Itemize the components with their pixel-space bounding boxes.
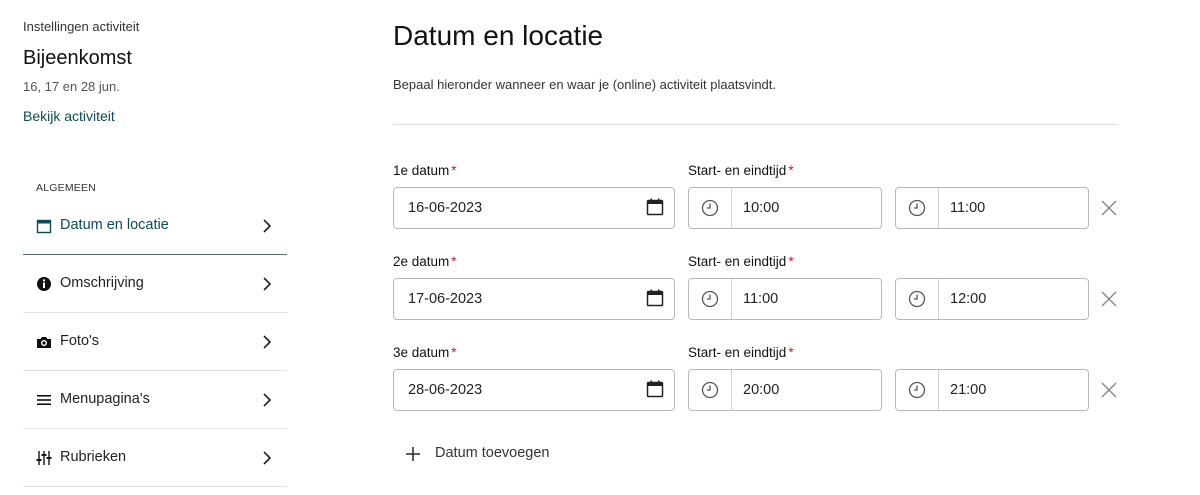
- required-mark: *: [788, 163, 794, 178]
- required-mark: *: [451, 254, 457, 269]
- start-time-input[interactable]: 20:00: [688, 369, 882, 411]
- chevron-right-icon: [263, 451, 272, 465]
- date-label: 1e datum *: [393, 163, 457, 178]
- date-value: 17-06-2023: [408, 291, 483, 307]
- clock-addon: [689, 188, 732, 228]
- camera-icon: [37, 337, 51, 348]
- start-time-value: 11:00: [743, 291, 779, 307]
- sidebar: Instellingen activiteit Bijeenkomst 16, …: [23, 0, 287, 495]
- calendar-icon[interactable]: [646, 289, 664, 307]
- clock-icon: [701, 381, 719, 399]
- info-icon: [37, 277, 51, 291]
- sidebar-item-fotos[interactable]: Foto's: [23, 313, 287, 371]
- date-input[interactable]: 28-06-2023: [393, 369, 675, 411]
- date-value: 28-06-2023: [408, 382, 483, 398]
- section-heading: ALGEMEEN: [36, 182, 96, 194]
- time-label: Start- en eindtijd *: [688, 254, 794, 269]
- clock-addon: [896, 279, 939, 319]
- required-mark: *: [451, 345, 457, 360]
- end-time-input[interactable]: 12:00: [895, 278, 1089, 320]
- divider: [393, 124, 1118, 125]
- end-time-value: 21:00: [950, 382, 987, 398]
- clock-icon: [701, 199, 719, 217]
- sidebar-item-label: Omschrijving: [60, 275, 144, 291]
- calendar-icon: [36, 219, 52, 234]
- sidebar-item-omschrijving[interactable]: Omschrijving: [23, 255, 287, 313]
- sidebar-item-label: Menupagina's: [60, 391, 150, 407]
- sidebar-item-datum-en-locatie[interactable]: Datum en locatie: [23, 197, 287, 255]
- page-title: Datum en locatie: [393, 20, 604, 51]
- main-content: Datum en locatie Bepaal hieronder wannee…: [393, 0, 1120, 495]
- required-mark: *: [788, 345, 794, 360]
- end-time-input[interactable]: 21:00: [895, 369, 1089, 411]
- chevron-right-icon: [263, 277, 272, 291]
- start-time-input[interactable]: 10:00: [688, 187, 882, 229]
- chevron-right-icon: [263, 219, 272, 233]
- calendar-icon[interactable]: [646, 198, 664, 216]
- date-row-1: 1e datum * Start- en eindtijd * 16-06-2023…: [393, 163, 1120, 243]
- settings-eyebrow: Instellingen activiteit: [23, 19, 140, 34]
- start-time-value: 10:00: [743, 200, 780, 216]
- time-label: Start- en eindtijd *: [688, 345, 794, 360]
- clock-addon: [896, 188, 939, 228]
- activity-dates: 16, 17 en 28 jun.: [23, 79, 120, 94]
- add-date-label: Datum toevoegen: [435, 445, 550, 461]
- date-input[interactable]: 17-06-2023: [393, 278, 675, 320]
- clock-icon: [908, 381, 926, 399]
- calendar-icon[interactable]: [646, 380, 664, 398]
- date-row-3: 3e datum * Start- en eindtijd * 28-06-2023…: [393, 345, 1120, 425]
- settings-nav: Datum en locatie Omschrijving Foto's Men…: [23, 197, 287, 487]
- clock-addon: [896, 370, 939, 410]
- end-time-input[interactable]: 11:00: [895, 187, 1089, 229]
- clock-icon: [908, 199, 926, 217]
- page-intro: Bepaal hieronder wanneer en waar je (onl…: [393, 77, 776, 92]
- plus-icon: [406, 447, 420, 461]
- required-mark: *: [788, 254, 794, 269]
- remove-date-icon[interactable]: [1100, 290, 1118, 308]
- chevron-right-icon: [263, 335, 272, 349]
- date-value: 16-06-2023: [408, 200, 483, 216]
- clock-addon: [689, 279, 732, 319]
- start-time-input[interactable]: 11:00: [688, 278, 882, 320]
- required-mark: *: [451, 163, 457, 178]
- sidebar-item-rubrieken[interactable]: Rubrieken: [23, 429, 287, 487]
- remove-date-icon[interactable]: [1100, 199, 1118, 217]
- clock-icon: [908, 290, 926, 308]
- clock-addon: [689, 370, 732, 410]
- clock-icon: [701, 290, 719, 308]
- chevron-right-icon: [263, 393, 272, 407]
- activity-title: Bijeenkomst: [23, 47, 132, 69]
- date-label: 3e datum *: [393, 345, 457, 360]
- start-time-value: 20:00: [743, 382, 780, 398]
- end-time-value: 12:00: [950, 291, 987, 307]
- view-activity-link[interactable]: Bekijk activiteit: [23, 108, 115, 124]
- sliders-icon: [36, 451, 52, 465]
- date-row-2: 2e datum * Start- en eindtijd * 17-06-2023…: [393, 254, 1120, 334]
- date-input[interactable]: 16-06-2023: [393, 187, 675, 229]
- sidebar-item-label: Rubrieken: [60, 449, 127, 465]
- sidebar-item-menupaginas[interactable]: Menupagina's: [23, 371, 287, 429]
- sidebar-item-label: Foto's: [60, 333, 100, 349]
- menu-icon: [37, 395, 51, 405]
- time-label: Start- en eindtijd *: [688, 163, 794, 178]
- remove-date-icon[interactable]: [1100, 381, 1118, 399]
- date-label: 2e datum *: [393, 254, 457, 269]
- sidebar-item-label: Datum en locatie: [60, 217, 169, 233]
- end-time-value: 11:00: [950, 200, 986, 216]
